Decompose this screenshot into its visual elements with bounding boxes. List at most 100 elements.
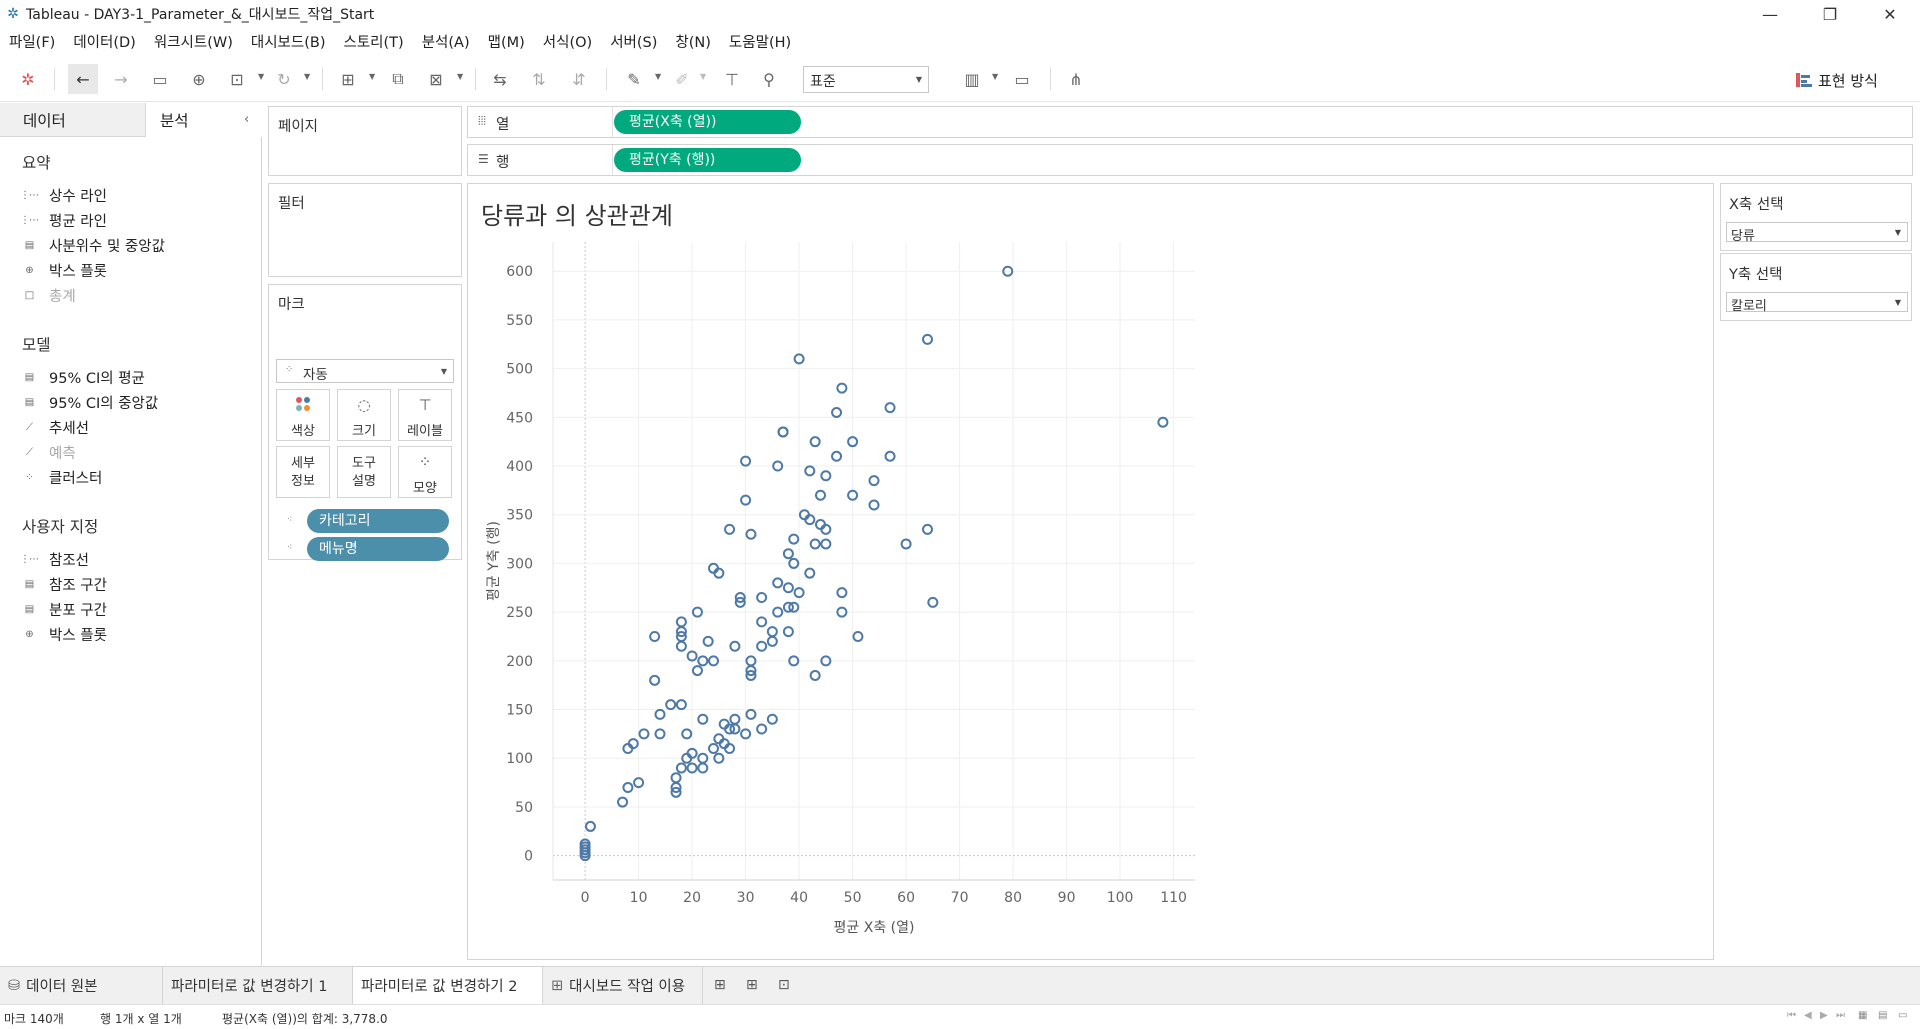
sheet-tab-2[interactable]: 파라미터로 값 변경하기 2 (353, 967, 543, 1004)
analysis-item-cluster[interactable]: ⁘ 클러스터 (22, 467, 102, 487)
menu-map[interactable]: 맵(M) (488, 31, 525, 52)
scatter-point (675, 616, 687, 628)
share-icon[interactable]: ⋔ (1064, 67, 1088, 91)
tab-data[interactable]: 데이터 (0, 103, 146, 137)
rows-shelf[interactable]: ☰ 행 평균(Y축 (행)) (467, 144, 1913, 176)
marks-type-select[interactable]: ⁘ 자동 ▼ (276, 359, 454, 383)
y-tick-label: 450 (506, 410, 533, 426)
section-title-custom: 사용자 지정 (22, 518, 99, 536)
menu-server[interactable]: 서버(S) (610, 31, 657, 52)
pages-card[interactable]: 페이지 (268, 106, 462, 176)
scatter-point (820, 538, 832, 550)
menu-analysis[interactable]: 분석(A) (422, 31, 470, 52)
last-page-icon[interactable]: ⏭ (1836, 1010, 1845, 1021)
scatter-chart[interactable]: 0 10 20 30 40 50 60 70 80 90 100 110 0 50 100 150 200 250… (468, 184, 1713, 959)
mark-detail-button[interactable]: 세부 정보 (276, 446, 330, 498)
first-page-icon[interactable]: ⏮ (1787, 1010, 1796, 1021)
detail-pill-category[interactable]: 카테고리 (307, 509, 449, 533)
analysis-item-reference-band[interactable]: ▤ 참조 구간 (22, 574, 107, 594)
minimize-button[interactable]: — (1740, 0, 1800, 28)
mark-shape-button[interactable]: ⁘ 모양 (398, 446, 452, 498)
sort-ascending-icon[interactable]: ⇅ (527, 67, 551, 91)
columns-shelf[interactable]: ⦙⦙⦙ 열 평균(X축 (열)) (467, 106, 1913, 138)
detail-pill-menu[interactable]: 메뉴명 (307, 537, 449, 561)
fit-select[interactable]: 표준 ▼ (803, 66, 929, 93)
menu-dashboard[interactable]: 대시보드(B) (251, 31, 326, 52)
box-plot-icon: ⊕ (25, 628, 33, 640)
columns-pill[interactable]: 평균(X축 (열)) (614, 110, 801, 134)
duplicate-icon[interactable]: ⧉ (386, 67, 410, 91)
totals-icon: □ (24, 289, 34, 301)
label-icon[interactable]: ⊤ (720, 67, 744, 91)
highlight-icon[interactable]: ✎ (622, 67, 646, 91)
tab-view-icon[interactable]: ▭ (1898, 1010, 1907, 1021)
presentation-icon[interactable]: ▭ (1010, 67, 1034, 91)
group-icon[interactable]: ✐ (670, 67, 694, 91)
clear-sheet-icon[interactable]: ⊠ (424, 67, 448, 91)
new-story-icon[interactable]: ⊡ (778, 977, 790, 993)
dashboard-tab[interactable]: ⊞ 대시보드 작업 이용 (543, 967, 703, 1004)
analysis-item-box-plot-custom[interactable]: ⊕ 박스 플롯 (22, 624, 107, 644)
analysis-item-constant-line[interactable]: ⋮⋯ 상수 라인 (20, 185, 107, 205)
analysis-item-distribution-band[interactable]: ▤ 분포 구간 (22, 599, 107, 619)
analysis-item-ci-median[interactable]: ▤ 95% CI의 중앙값 (22, 392, 158, 412)
chevron-down-icon[interactable]: ▼ (369, 72, 375, 81)
analysis-item-ci-mean[interactable]: ▤ 95% CI의 평균 (22, 367, 145, 387)
pause-update-icon[interactable]: ⊡ (225, 67, 249, 91)
worksheet-view[interactable]: 당류과 의 상관관계 0 10 20 30 40 50 60 70 80 90 100 110 0 50 1… (467, 183, 1714, 960)
menu-data[interactable]: 데이터(D) (73, 31, 136, 52)
mark-tooltip-button[interactable]: 도구 설명 (337, 446, 391, 498)
chevron-down-icon[interactable]: ▼ (258, 72, 264, 81)
sort-descending-icon[interactable]: ⇵ (567, 67, 591, 91)
analysis-item-box-plot[interactable]: ⊕ 박스 플롯 (22, 260, 107, 280)
chevron-down-icon[interactable]: ▼ (992, 72, 998, 81)
menu-file[interactable]: 파일(F) (9, 31, 55, 52)
menu-format[interactable]: 서식(O) (543, 31, 592, 52)
menu-worksheet[interactable]: 워크시트(W) (154, 31, 233, 52)
analysis-item-trend-line[interactable]: ⟋ 추세선 (22, 417, 89, 437)
filmstrip-view-icon[interactable]: ▤ (1878, 1010, 1887, 1021)
parameter-select-x[interactable]: 당류 ▼ (1726, 222, 1908, 244)
redo-icon[interactable]: → (109, 67, 133, 91)
grid-view-icon[interactable]: ▦ (1858, 1010, 1867, 1021)
mark-color-button[interactable]: 색상 (276, 389, 330, 441)
chevron-down-icon[interactable]: ▼ (457, 72, 463, 81)
filters-card[interactable]: 필터 (268, 183, 462, 277)
close-button[interactable]: ✕ (1860, 0, 1920, 28)
menu-help[interactable]: 도움말(H) (729, 31, 791, 52)
analysis-item-average-line[interactable]: ⋮⋯ 평균 라인 (20, 210, 107, 230)
chevron-down-icon[interactable]: ▼ (700, 72, 706, 81)
chart-view-icon[interactable]: ▥ (960, 67, 984, 91)
analysis-item-quartile[interactable]: ▤ 사분위수 및 중앙값 (22, 235, 165, 255)
swap-axes-icon[interactable]: ⇆ (488, 67, 512, 91)
chevron-down-icon[interactable]: ▼ (304, 72, 310, 81)
scatter-point (756, 616, 768, 628)
detail-icon: ⁖ (287, 515, 293, 525)
parameter-select-y[interactable]: 칼로리 ▼ (1726, 292, 1908, 314)
menu-window[interactable]: 창(N) (675, 31, 711, 52)
mark-size-button[interactable]: ◌ 크기 (337, 389, 391, 441)
next-page-icon[interactable]: ▶ (1820, 1010, 1828, 1021)
pin-icon[interactable]: ⚲ (757, 67, 781, 91)
save-icon[interactable]: ▭ (148, 67, 172, 91)
rows-pill[interactable]: 평균(Y축 (행)) (614, 148, 801, 172)
sheet-tab-1[interactable]: 파라미터로 값 변경하기 1 (163, 967, 353, 1004)
refresh-icon[interactable]: ↻ (272, 67, 296, 91)
mark-label-button[interactable]: ⊤ 레이블 (398, 389, 452, 441)
analysis-item-reference-line[interactable]: ⋮⋯ 참조선 (20, 549, 89, 569)
menu-story[interactable]: 스토리(T) (343, 31, 403, 52)
chevron-down-icon[interactable]: ▼ (655, 72, 661, 81)
new-worksheet-icon[interactable]: ⊞ (714, 977, 726, 993)
new-dashboard-icon[interactable]: ⊞ (746, 977, 758, 993)
x-tick-label: 0 (581, 890, 590, 906)
tab-datasource[interactable]: ⛁ 데이터 원본 (0, 967, 163, 1004)
collapse-panel-icon[interactable]: ‹ (244, 112, 249, 127)
tableau-logo-icon[interactable]: ✲ (16, 67, 40, 91)
new-datasource-icon[interactable]: ⊕ (187, 67, 211, 91)
show-me-button[interactable]: 표현 방식 (1796, 66, 1878, 94)
prev-page-icon[interactable]: ◀ (1804, 1010, 1812, 1021)
undo-icon[interactable]: ← (71, 67, 95, 91)
maximize-button[interactable]: ❐ (1800, 0, 1860, 28)
pages-title: 페이지 (278, 119, 319, 135)
new-worksheet-icon[interactable]: ⊞ (336, 67, 360, 91)
